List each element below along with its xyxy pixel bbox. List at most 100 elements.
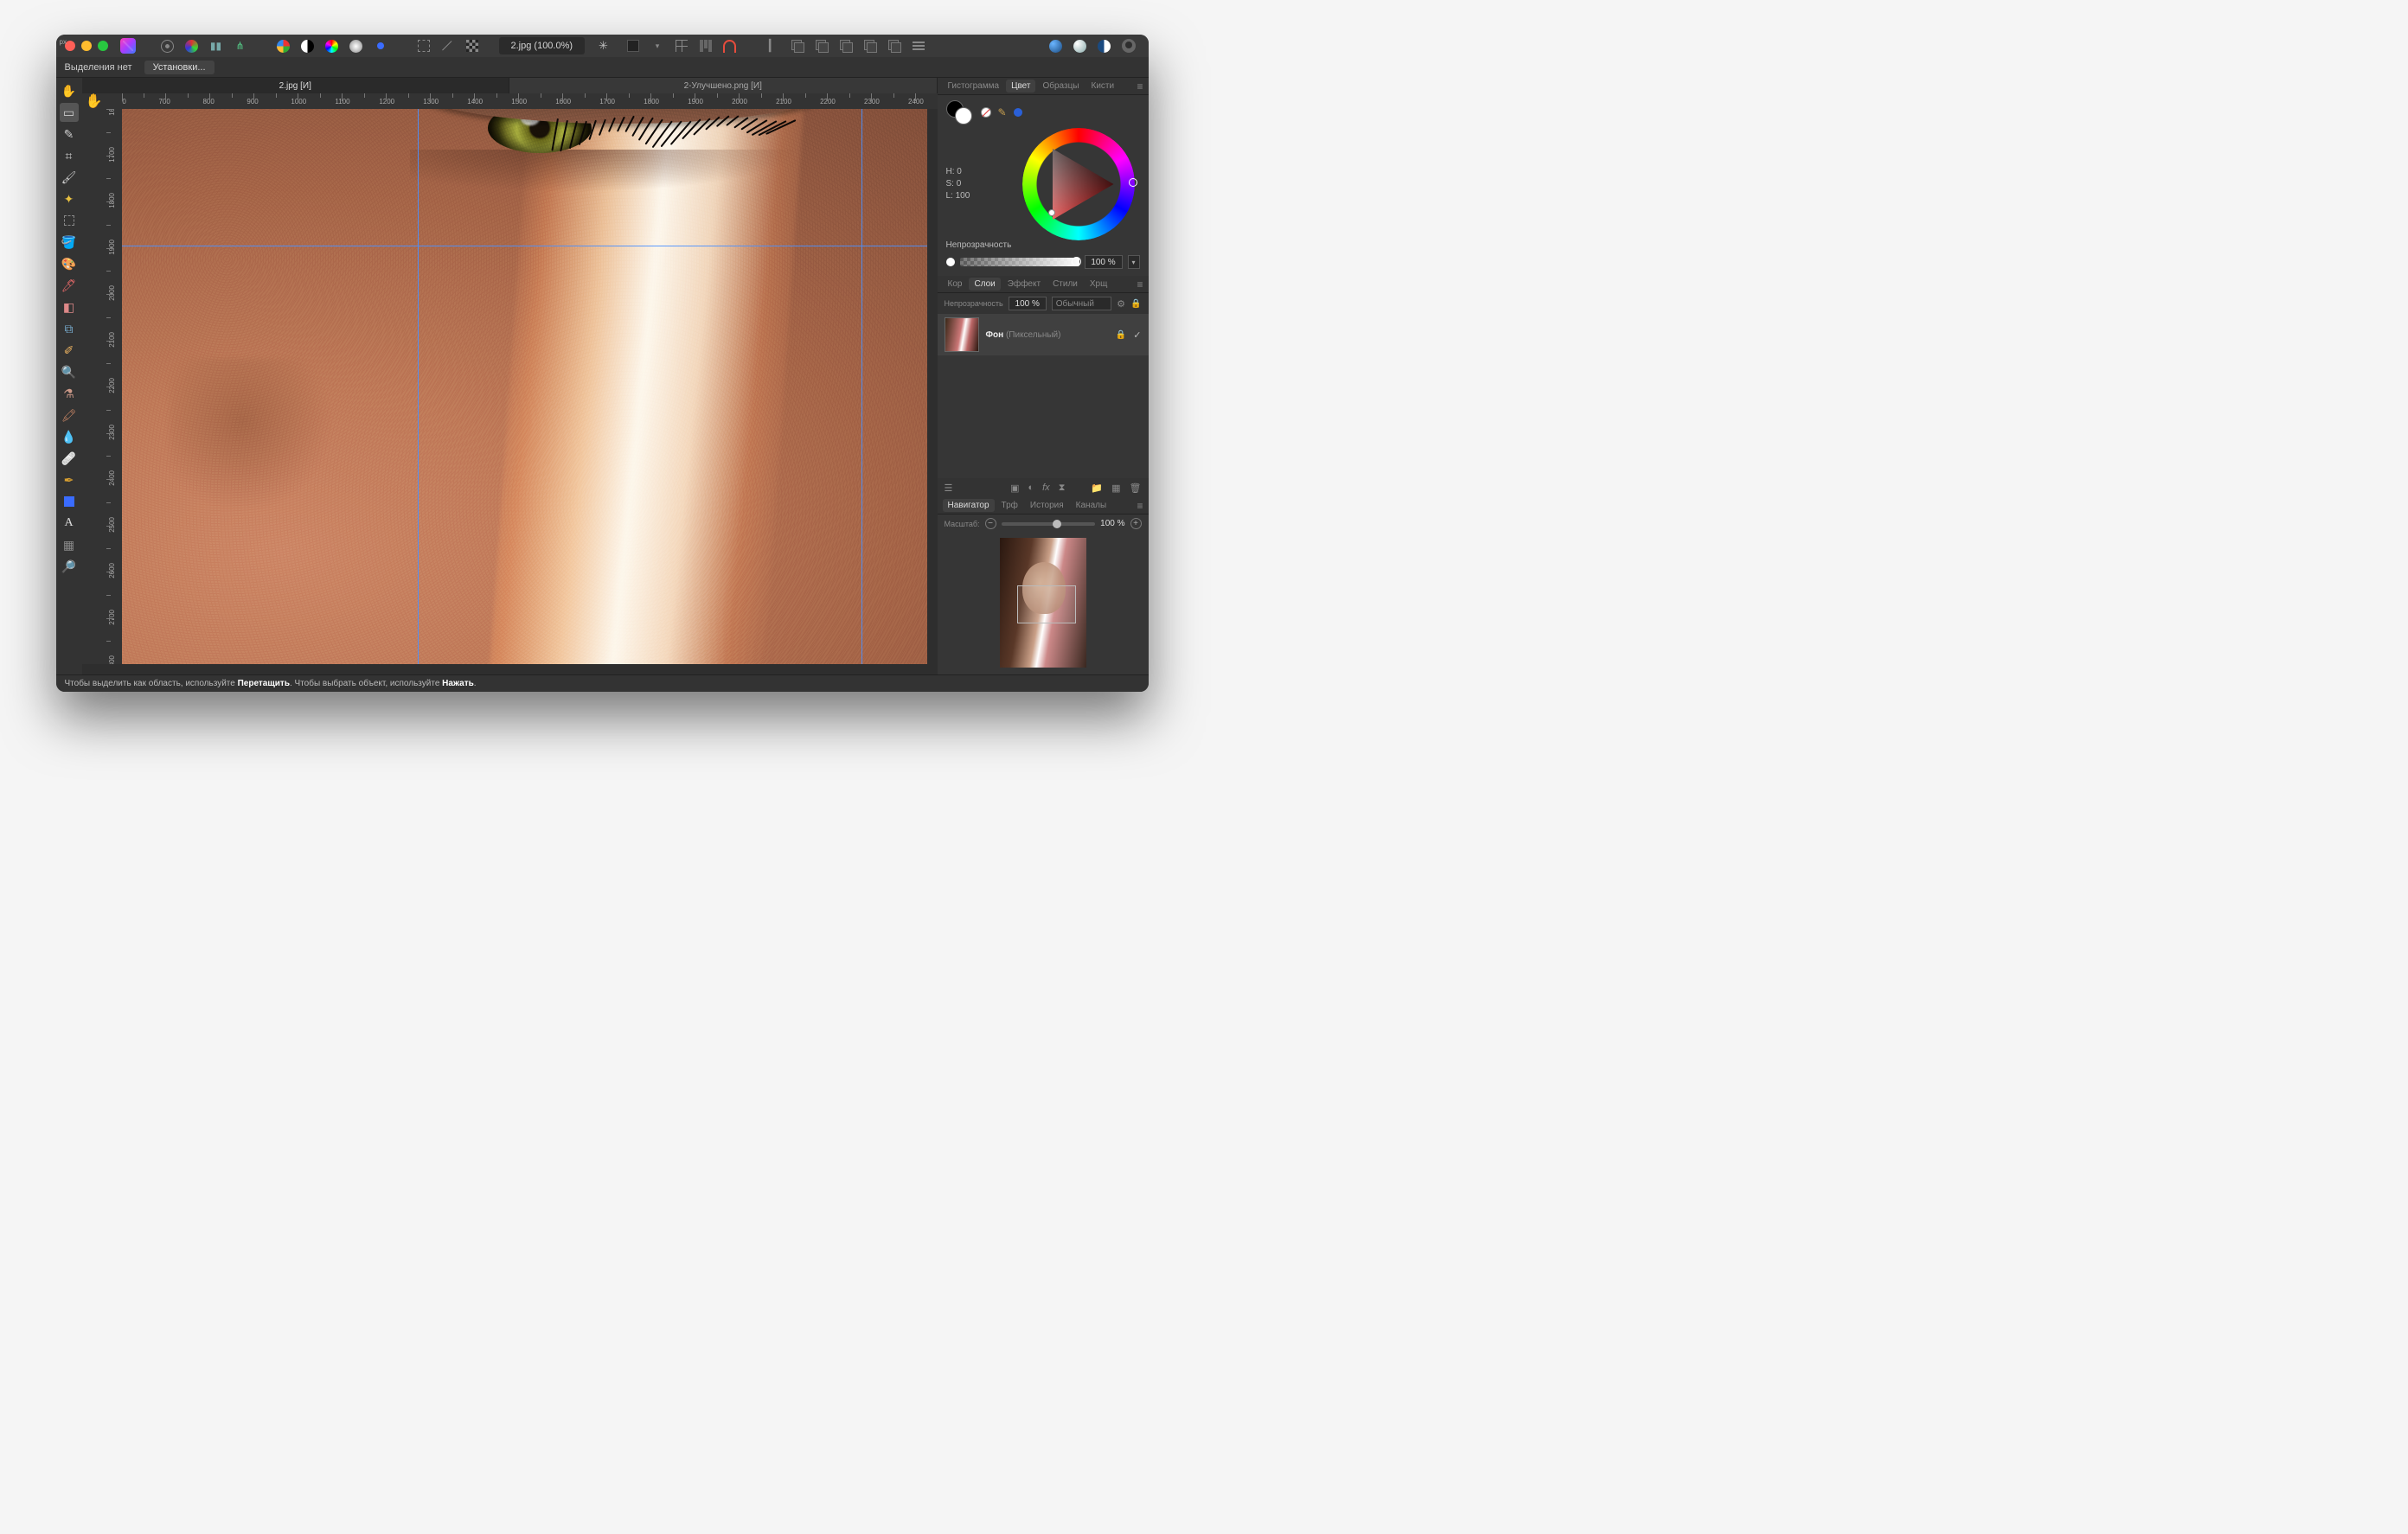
pen-tool[interactable]: ✒ <box>60 470 79 489</box>
tab-brushes[interactable]: Кисти <box>1086 80 1120 93</box>
navigator-viewport-rect[interactable] <box>1017 585 1076 623</box>
zoom-window-button[interactable] <box>98 41 108 51</box>
healing-tool[interactable]: 💧 <box>60 427 79 446</box>
tab-navigator[interactable]: Навигатор <box>943 499 995 512</box>
guide-vertical[interactable] <box>861 109 862 664</box>
share-icon[interactable]: ⋔ <box>229 36 252 55</box>
align-left-icon[interactable]: ▎ <box>762 36 785 55</box>
zoom-in-button[interactable]: + <box>1130 518 1142 529</box>
eyedropper-icon[interactable]: ✎ <box>998 106 1007 118</box>
trash-icon[interactable]: 🗑 <box>1130 483 1142 494</box>
hourglass-icon[interactable]: ⧗ <box>1059 483 1066 494</box>
opacity-stepper[interactable]: ▾ <box>1128 255 1140 269</box>
layers-stack-icon[interactable]: ☰ <box>945 483 953 494</box>
mesh-tool[interactable]: ▦ <box>60 535 79 554</box>
document-tab-1[interactable]: 2.jpg [И] <box>82 78 510 93</box>
zoom-slider-knob[interactable] <box>1053 520 1061 528</box>
sponge-tool[interactable]: 🖍 <box>60 406 79 425</box>
layer-settings-icon[interactable]: ⚙ <box>1117 298 1125 310</box>
checker-icon[interactable] <box>461 36 484 55</box>
hue-icon[interactable] <box>321 36 343 55</box>
marquee-rect-tool[interactable] <box>60 211 79 230</box>
tab-styles[interactable]: Стили <box>1047 278 1083 291</box>
diagonal-icon[interactable] <box>437 36 459 55</box>
tab-transform[interactable]: Трф <box>996 499 1023 512</box>
hand-tool[interactable]: ✋ <box>60 81 79 100</box>
document-tab-2[interactable]: 2-Улучшено.png [И] <box>509 78 938 93</box>
layer-visibility-checkbox[interactable]: ✓ <box>1133 329 1141 341</box>
blend-mode-select[interactable]: Обычный <box>1052 297 1111 310</box>
magnet-icon[interactable] <box>719 36 741 55</box>
opacity-value[interactable]: 100 % <box>1085 255 1123 269</box>
guide-vertical[interactable] <box>418 109 419 664</box>
layer-row[interactable]: Фон (Пиксельный) 🔒 ✓ <box>938 314 1149 355</box>
crop-tool[interactable]: ⌗ <box>60 146 79 165</box>
clone-tool[interactable]: ⧉ <box>60 319 79 338</box>
arrange-forward-icon[interactable] <box>835 36 857 55</box>
sphere-white-icon[interactable] <box>1069 36 1092 55</box>
erase-tool[interactable]: ◧ <box>60 297 79 316</box>
secondary-swatch[interactable] <box>955 107 972 125</box>
zoom-out-button[interactable]: − <box>985 518 996 529</box>
scrollbar-vertical[interactable] <box>927 109 938 664</box>
tab-color[interactable]: Цвет <box>1006 80 1035 93</box>
tab-histogram[interactable]: Гистограмма <box>943 80 1005 93</box>
tab-effects[interactable]: Эффект <box>1002 278 1046 291</box>
adjustment-icon[interactable]: ◐ <box>1028 483 1034 494</box>
tab-swatches[interactable]: Образцы <box>1037 80 1084 93</box>
mixer-tool[interactable]: 🎨 <box>60 254 79 273</box>
tab-hrsh[interactable]: Хрщ <box>1085 278 1112 291</box>
fx-icon[interactable]: fx <box>1042 483 1050 494</box>
autolevels-icon[interactable] <box>272 36 295 55</box>
tab-channels[interactable]: Каналы <box>1071 499 1112 512</box>
move-tool[interactable]: ▭ <box>60 103 79 122</box>
personas-icon[interactable] <box>181 36 203 55</box>
arrange-front-icon[interactable] <box>859 36 881 55</box>
align-icon[interactable] <box>695 36 717 55</box>
arrange-more-icon[interactable] <box>883 36 906 55</box>
brush-tool[interactable]: 🖌 <box>60 168 79 187</box>
mirror-icon[interactable]: ▮▮ <box>205 36 227 55</box>
scrollbar-horizontal[interactable] <box>82 664 938 674</box>
text-tool[interactable]: A <box>60 514 79 533</box>
blend-opacity-value[interactable]: 100 % <box>1009 297 1047 310</box>
rectangle-tool[interactable] <box>60 492 79 511</box>
panel-menu-icon[interactable]: ≡ <box>1137 80 1143 93</box>
blur-tool[interactable]: ⚗ <box>60 384 79 403</box>
radial-icon[interactable] <box>345 36 368 55</box>
paint-brush-tool[interactable]: 🖊 <box>60 276 79 295</box>
ruler-corner[interactable]: ✋ <box>82 93 106 109</box>
opacity-slider[interactable] <box>960 258 1079 266</box>
zoom-tool[interactable]: 🔎 <box>60 557 79 576</box>
arrange-backward-icon[interactable] <box>810 36 833 55</box>
ruler-horizontal[interactable]: 6007008009001000110012001300140015001600… <box>122 93 938 109</box>
color-swatches[interactable] <box>946 100 974 125</box>
navigator-thumbnail[interactable] <box>1000 538 1086 668</box>
layers-menu-icon[interactable]: ≡ <box>1137 278 1143 291</box>
mask-icon[interactable]: ▣ <box>1010 483 1019 494</box>
opacity-slider-knob[interactable] <box>1072 257 1081 266</box>
nav-menu-icon[interactable]: ≡ <box>1137 500 1143 512</box>
folder-icon[interactable]: 📁 <box>1091 483 1103 494</box>
color-picker-tool[interactable]: ✦ <box>60 189 79 208</box>
marquee-icon[interactable] <box>413 36 435 55</box>
smudge-tool[interactable]: 🔍 <box>60 362 79 381</box>
layer-lock-toggle[interactable]: 🔒 <box>1130 299 1141 309</box>
account-icon[interactable] <box>1118 36 1140 55</box>
canvas-viewport[interactable] <box>122 109 927 664</box>
dodge-tool[interactable]: ✐ <box>60 341 79 360</box>
patch-tool[interactable]: 🩹 <box>60 449 79 468</box>
selection-brush-tool[interactable]: ✎ <box>60 125 79 144</box>
recent-color-icon[interactable] <box>1014 108 1022 117</box>
tab-layers[interactable]: Слои <box>969 278 1000 291</box>
sphere-blue-icon[interactable] <box>1045 36 1067 55</box>
hue-handle[interactable] <box>1129 178 1137 187</box>
minimize-window-button[interactable] <box>81 41 92 51</box>
flood-tool[interactable]: 🪣 <box>60 233 79 252</box>
color-wheel[interactable] <box>1022 128 1135 240</box>
assets-icon[interactable] <box>157 36 179 55</box>
accent-icon[interactable] <box>369 36 392 55</box>
sl-handle[interactable] <box>1048 209 1055 216</box>
grid-thumb-icon[interactable]: ▦ <box>1111 483 1120 494</box>
presets-button[interactable]: Установки... <box>144 61 215 74</box>
